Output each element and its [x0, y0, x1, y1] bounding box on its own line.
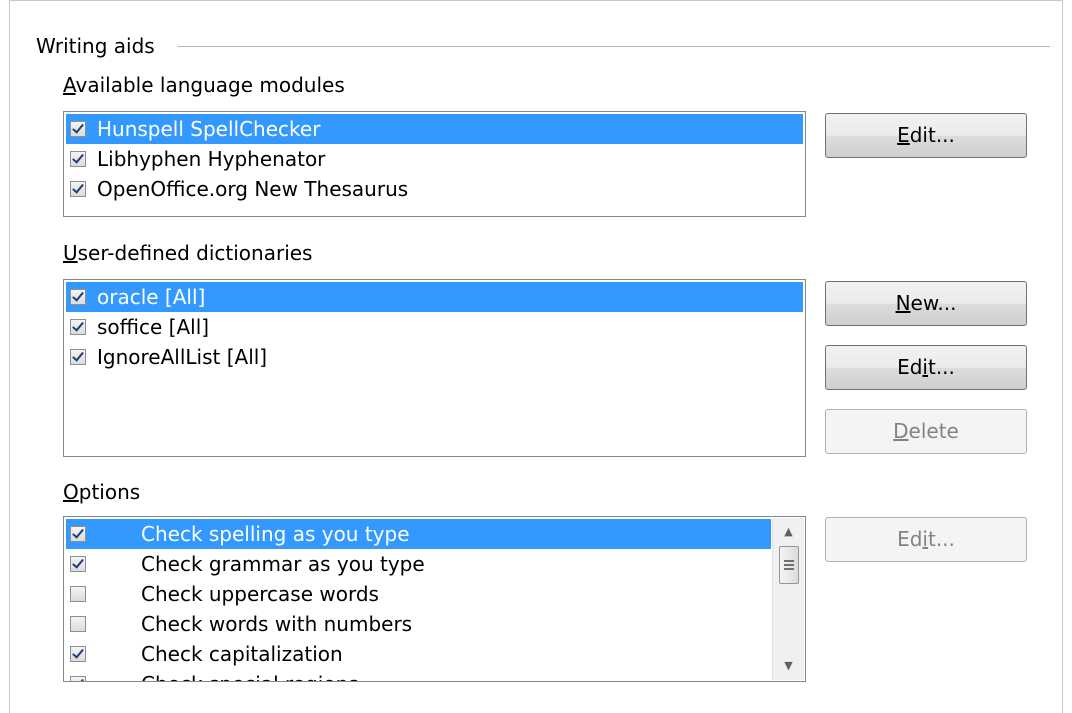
options-viewport: Check spelling as you type Check grammar…: [64, 517, 773, 681]
label-accelerator: O: [63, 480, 79, 504]
button-text: Ed: [897, 527, 923, 551]
list-item[interactable]: OpenOffice.org New Thesaurus: [64, 174, 805, 204]
group-separator: [178, 46, 1050, 47]
list-item-label: Libhyphen Hyphenator: [97, 147, 326, 171]
list-item[interactable]: Check special regions: [64, 669, 773, 681]
label-accelerator: U: [63, 241, 78, 265]
checkbox[interactable]: [70, 121, 86, 137]
checkbox[interactable]: [70, 616, 86, 632]
checkbox[interactable]: [70, 526, 86, 542]
language-modules-label: Available language modules: [63, 72, 345, 98]
options-label: Options: [63, 479, 140, 505]
button-text: Ed: [897, 355, 923, 379]
list-item-label: IgnoreAllList [All]: [97, 345, 268, 369]
list-item-label: oracle [All]: [97, 285, 206, 309]
checkbox[interactable]: [70, 319, 86, 335]
grip-line: [784, 564, 794, 566]
grip-line: [784, 560, 794, 562]
button-accelerator: N: [895, 291, 911, 315]
list-item-label: Check grammar as you type: [141, 552, 425, 576]
scrollbar-thumb[interactable]: [779, 546, 799, 584]
dialog-frame-top: [9, 0, 1063, 1]
checkbox[interactable]: [70, 181, 86, 197]
dialog-frame-left: [9, 0, 10, 713]
checkbox[interactable]: [70, 556, 86, 572]
list-item-label: soffice [All]: [97, 315, 210, 339]
button-text: elete: [908, 419, 959, 443]
writing-aids-title: Writing aids: [36, 34, 155, 58]
language-modules-list[interactable]: Hunspell SpellChecker Libhyphen Hyphenat…: [63, 111, 806, 217]
checkbox[interactable]: [70, 646, 86, 662]
button-accelerator: E: [897, 123, 910, 147]
checkbox[interactable]: [70, 586, 86, 602]
list-item[interactable]: IgnoreAllList [All]: [64, 342, 805, 372]
label-text: ser-defined dictionaries: [77, 241, 313, 265]
list-item-label: Check uppercase words: [141, 582, 379, 606]
button-accelerator: D: [893, 419, 909, 443]
list-item[interactable]: Libhyphen Hyphenator: [64, 144, 805, 174]
list-item[interactable]: Check capitalization: [64, 639, 773, 669]
checkbox[interactable]: [70, 676, 86, 681]
dialog-frame-right: [1062, 0, 1063, 713]
list-item-label: Check words with numbers: [141, 612, 413, 636]
modules-edit-button[interactable]: Edit...: [825, 113, 1027, 158]
list-item-label: Check capitalization: [141, 642, 343, 666]
dictionary-edit-button[interactable]: Edit...: [825, 345, 1027, 390]
list-item[interactable]: Hunspell SpellChecker: [66, 114, 803, 144]
list-item-label: Check spelling as you type: [141, 522, 410, 546]
list-item[interactable]: soffice [All]: [64, 312, 805, 342]
label-text: vailable language modules: [75, 73, 345, 97]
options-edit-button[interactable]: Edit...: [825, 517, 1027, 562]
list-item-label: Hunspell SpellChecker: [97, 117, 321, 141]
list-item-label: OpenOffice.org New Thesaurus: [97, 177, 409, 201]
checkbox[interactable]: [70, 151, 86, 167]
button-text: t...: [927, 355, 955, 379]
list-item[interactable]: Check grammar as you type: [64, 549, 773, 579]
scroll-down-arrow-icon[interactable]: ▼: [773, 652, 804, 680]
dictionaries-label: User-defined dictionaries: [63, 240, 312, 266]
list-item[interactable]: Check uppercase words: [64, 579, 773, 609]
list-item-label: Check special regions: [141, 669, 359, 681]
checkbox[interactable]: [70, 349, 86, 365]
button-text: t...: [927, 527, 955, 551]
grip-line: [784, 568, 794, 570]
list-item[interactable]: oracle [All]: [66, 282, 803, 312]
checkbox[interactable]: [70, 289, 86, 305]
list-item[interactable]: Check spelling as you type: [66, 519, 771, 549]
dictionary-new-button[interactable]: New...: [825, 281, 1027, 326]
scroll-up-arrow-icon[interactable]: ▲: [773, 518, 804, 546]
list-item[interactable]: Check words with numbers: [64, 609, 773, 639]
options-scrollbar[interactable]: ▲ ▼: [772, 518, 804, 680]
button-text: ew...: [910, 291, 957, 315]
button-text: dit...: [909, 123, 955, 147]
dictionary-delete-button[interactable]: Delete: [825, 409, 1027, 454]
dictionaries-list[interactable]: oracle [All] soffice [All] IgnoreAllList…: [63, 279, 806, 457]
label-text: ptions: [78, 480, 141, 504]
options-list[interactable]: Check spelling as you type Check grammar…: [63, 516, 806, 682]
label-accelerator: A: [63, 73, 76, 97]
